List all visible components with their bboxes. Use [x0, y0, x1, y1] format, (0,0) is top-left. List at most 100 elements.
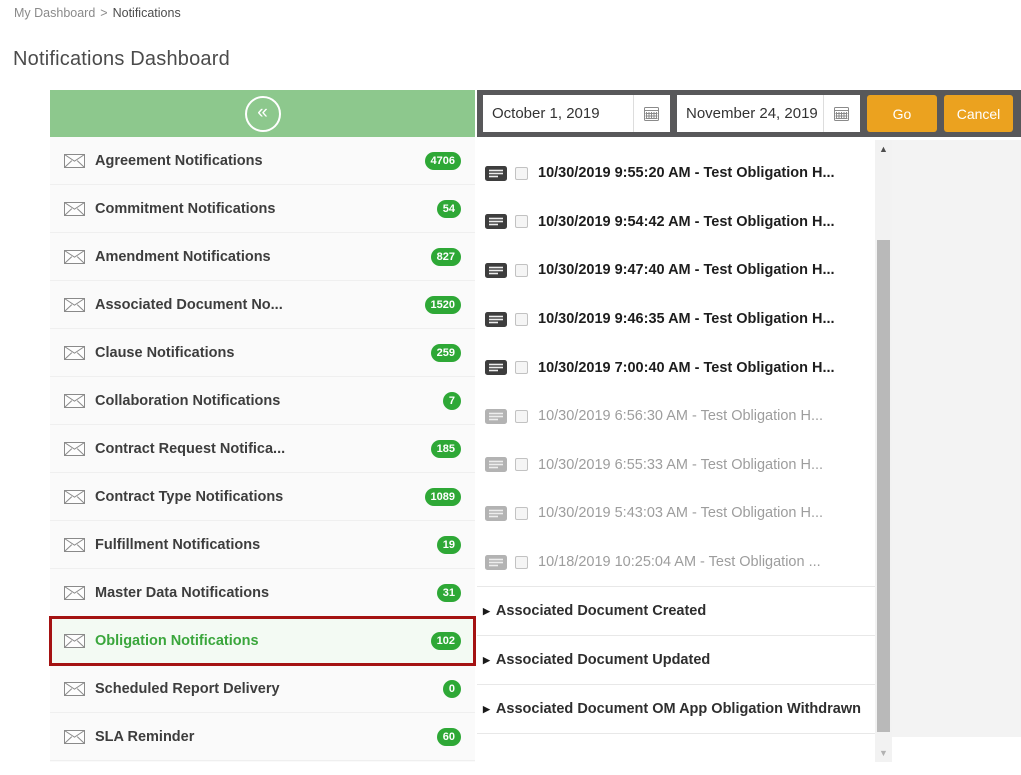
notification-item[interactable]: 10/30/2019 7:00:40 AM - Test Obligation …: [477, 343, 875, 392]
envelope-icon: [64, 634, 85, 648]
unread-count-badge: 54: [437, 200, 461, 218]
sidebar-item[interactable]: Contract Type Notifications 1089: [50, 473, 475, 521]
sidebar-items: Agreement Notifications 4706 Commitment …: [50, 137, 475, 761]
checkbox[interactable]: [515, 458, 528, 471]
message-icon: [485, 360, 507, 375]
notification-item-label: 10/30/2019 5:43:03 AM - Test Obligation …: [538, 505, 823, 521]
notification-group-header[interactable]: ▶ Associated Document Updated: [477, 635, 875, 684]
vertical-scrollbar[interactable]: ▲ ▼: [875, 140, 892, 762]
sidebar-item[interactable]: Fulfillment Notifications 19: [50, 521, 475, 569]
scrollbar-thumb[interactable]: [877, 240, 890, 732]
go-button[interactable]: Go: [867, 95, 937, 132]
notification-item[interactable]: 10/30/2019 6:55:33 AM - Test Obligation …: [477, 441, 875, 490]
notifications-dashboard-page: My Dashboard > Notifications Notifications…: [0, 0, 1021, 775]
envelope-icon: [64, 538, 85, 552]
unread-count-badge: 259: [431, 344, 461, 362]
breadcrumb-separator: >: [100, 6, 107, 20]
notification-item[interactable]: 10/30/2019 9:47:40 AM - Test Obligation …: [477, 246, 875, 295]
notification-item[interactable]: 10/30/2019 5:43:03 AM - Test Obligation …: [477, 489, 875, 538]
notification-item[interactable]: 10/18/2019 10:25:04 AM - Test Obligation…: [477, 538, 875, 587]
breadcrumb-my-dashboard[interactable]: My Dashboard: [14, 6, 95, 20]
sidebar-item[interactable]: Collaboration Notifications 7: [50, 377, 475, 425]
checkbox[interactable]: [515, 507, 528, 520]
collapse-panel-icon[interactable]: «: [245, 96, 281, 132]
checkbox[interactable]: [515, 167, 528, 180]
notification-group-header[interactable]: ▶Associated Document OM App Obligation W…: [477, 684, 875, 734]
cancel-button[interactable]: Cancel: [944, 95, 1013, 132]
notification-item-label: 10/30/2019 9:54:42 AM - Test Obligation …: [538, 214, 835, 230]
sidebar-item-label: SLA Reminder: [95, 729, 429, 745]
notification-item-label: 10/30/2019 9:47:40 AM - Test Obligation …: [538, 262, 835, 278]
message-icon: [485, 409, 507, 424]
notification-group-header[interactable]: ▶ Associated Document Created: [477, 586, 875, 635]
group-label: Associated Document Created: [496, 603, 706, 619]
checkbox[interactable]: [515, 410, 528, 423]
notification-item-label: 10/30/2019 6:55:33 AM - Test Obligation …: [538, 457, 823, 473]
breadcrumb-notifications: Notifications: [113, 6, 181, 20]
expand-triangle-icon: ▶: [483, 704, 490, 714]
group-label: Associated Document Updated: [496, 652, 710, 668]
sidebar-item[interactable]: Master Data Notifications 31: [50, 569, 475, 617]
message-icon: [485, 457, 507, 472]
notification-item-label: 10/30/2019 9:46:35 AM - Test Obligation …: [538, 311, 835, 327]
from-date-input[interactable]: [483, 95, 633, 132]
message-icon: [485, 166, 507, 181]
to-date-input[interactable]: [677, 95, 823, 132]
envelope-icon: [64, 490, 85, 504]
sidebar-item[interactable]: Scheduled Report Delivery 0: [50, 665, 475, 713]
envelope-icon: [64, 346, 85, 360]
envelope-icon: [64, 682, 85, 696]
notification-item[interactable]: 10/30/2019 9:55:20 AM - Test Obligation …: [477, 149, 875, 198]
sidebar-item-label: Collaboration Notifications: [95, 393, 435, 409]
checkbox[interactable]: [515, 556, 528, 569]
sidebar-item[interactable]: Agreement Notifications 4706: [50, 137, 475, 185]
envelope-icon: [64, 730, 85, 744]
message-icon: [485, 555, 507, 570]
sidebar-item-label: Obligation Notifications: [95, 633, 423, 649]
sidebar-item-label: Commitment Notifications: [95, 201, 429, 217]
expand-triangle-icon: ▶: [483, 655, 490, 665]
from-date-group: [483, 95, 670, 132]
sidebar-item[interactable]: Contract Request Notifica... 185: [50, 425, 475, 473]
scroll-up-icon[interactable]: ▲: [875, 142, 892, 156]
notification-item[interactable]: 10/30/2019 9:46:35 AM - Test Obligation …: [477, 295, 875, 344]
unread-count-badge: 185: [431, 440, 461, 458]
envelope-icon: [64, 154, 85, 168]
calendar-icon[interactable]: [823, 95, 859, 132]
sidebar-item[interactable]: Associated Document No... 1520: [50, 281, 475, 329]
sidebar-item[interactable]: Clause Notifications 259: [50, 329, 475, 377]
calendar-icon[interactable]: [633, 95, 669, 132]
envelope-icon: [64, 586, 85, 600]
notification-groups: ▶Associated Document Created ▶Associated…: [477, 586, 875, 734]
unread-count-badge: 827: [431, 248, 461, 266]
checkbox[interactable]: [515, 215, 528, 228]
unread-count-badge: 7: [443, 392, 461, 410]
breadcrumb: My Dashboard > Notifications: [14, 6, 181, 20]
sidebar-item[interactable]: Amendment Notifications 827: [50, 233, 475, 281]
sidebar-item[interactable]: Obligation Notifications 102: [50, 617, 475, 665]
checkbox[interactable]: [515, 313, 528, 326]
scroll-down-icon[interactable]: ▼: [875, 746, 892, 760]
notification-item-label: 10/30/2019 6:56:30 AM - Test Obligation …: [538, 408, 823, 424]
sidebar-item-label: Contract Type Notifications: [95, 489, 417, 505]
message-icon: [485, 214, 507, 229]
notification-item-label: 10/18/2019 10:25:04 AM - Test Obligation…: [538, 554, 821, 570]
sidebar-item-label: Clause Notifications: [95, 345, 423, 361]
unread-count-badge: 1520: [425, 296, 461, 314]
notification-items: 10/30/2019 9:55:20 AM - Test Obligation …: [477, 149, 875, 586]
checkbox[interactable]: [515, 361, 528, 374]
envelope-icon: [64, 394, 85, 408]
checkbox[interactable]: [515, 264, 528, 277]
notification-item[interactable]: 10/30/2019 9:54:42 AM - Test Obligation …: [477, 198, 875, 247]
expand-triangle-icon: ▶: [483, 606, 490, 616]
sidebar-item[interactable]: SLA Reminder 60: [50, 713, 475, 761]
page-title: Notifications Dashboard: [13, 48, 230, 71]
envelope-icon: [64, 250, 85, 264]
notification-item[interactable]: 10/30/2019 6:56:30 AM - Test Obligation …: [477, 392, 875, 441]
message-icon: [485, 263, 507, 278]
unread-count-badge: 4706: [425, 152, 461, 170]
sidebar-item[interactable]: Commitment Notifications 54: [50, 185, 475, 233]
sidebar-item-label: Master Data Notifications: [95, 585, 429, 601]
envelope-icon: [64, 442, 85, 456]
sidebar-item-label: Associated Document No...: [95, 297, 417, 313]
